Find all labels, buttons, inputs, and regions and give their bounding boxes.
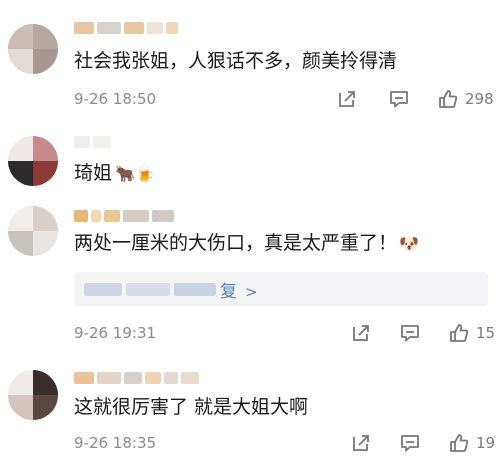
reply-link-text: 复 (220, 282, 237, 302)
thumbs-up-icon (450, 324, 469, 342)
comment-item: 两处一厘米的大伤口，真是太严重了！ 🐶 复 > 9-26 19:31 15 (0, 196, 500, 356)
username-blurred[interactable] (74, 208, 174, 224)
view-replies-link[interactable]: 复 > (220, 277, 258, 302)
blurred-reply-author (174, 283, 216, 296)
username-blurred[interactable] (74, 370, 199, 386)
comment-text: 两处一厘米的大伤口，真是太严重了！ 🐶 (74, 230, 419, 256)
like-count: 19 (476, 434, 496, 452)
thumbs-up-icon (439, 90, 458, 108)
comment-text-body: 琦姐 (74, 162, 113, 184)
comment-text: 琦姐 🐂🍺 (74, 160, 156, 186)
reply-preview[interactable]: 复 > (74, 272, 488, 306)
blurred-reply-author (126, 283, 170, 296)
comment-icon (401, 325, 419, 342)
comment-text: 这就很厉害了 就是大姐大啊 (74, 394, 308, 420)
comment-footer: 9-26 18:35 19 (74, 430, 500, 456)
avatar[interactable] (8, 206, 58, 256)
emoji-sticker: 🐶 (399, 233, 419, 253)
comment-item: 社会我张姐，人狠话不多，颜美拎得清 9-26 18:50 298 (0, 0, 500, 120)
avatar[interactable] (8, 24, 58, 74)
comment-text-body: 这就很厉害了 就是大姐大啊 (74, 396, 309, 418)
like-button[interactable]: 15 (448, 320, 495, 346)
like-count: 298 (465, 90, 494, 108)
like-count: 15 (476, 324, 496, 342)
comment-text-body: 两处一厘米的大伤口，真是太严重了！ (74, 232, 398, 254)
timestamp: 9-26 18:35 (74, 434, 157, 452)
comment-footer: 9-26 18:50 298 (74, 86, 500, 112)
username-blurred[interactable] (74, 20, 178, 36)
share-button[interactable] (350, 430, 372, 456)
username-blurred[interactable] (74, 134, 111, 150)
comment-footer: 9-26 19:31 15 (74, 320, 500, 346)
comment-button[interactable] (399, 430, 421, 456)
share-icon (353, 325, 369, 341)
like-button[interactable]: 298 (437, 86, 494, 112)
like-button[interactable]: 19 (448, 430, 495, 456)
share-icon (353, 435, 369, 451)
comment-text-body: 社会我张姐，人狠话不多，颜美拎得清 (74, 50, 398, 72)
share-icon (339, 91, 355, 107)
comment-item: 琦姐 🐂🍺 (0, 126, 500, 196)
timestamp: 9-26 18:50 (74, 90, 157, 108)
chevron-right-icon: > (245, 283, 258, 301)
share-button[interactable] (350, 320, 372, 346)
avatar[interactable] (8, 136, 58, 186)
comment-icon (401, 435, 419, 452)
share-button[interactable] (336, 86, 358, 112)
comment-button[interactable] (399, 320, 421, 346)
thumbs-up-icon (450, 434, 469, 452)
timestamp: 9-26 19:31 (74, 324, 157, 342)
emoji-sticker: 🐂🍺 (115, 163, 155, 183)
avatar[interactable] (8, 370, 58, 420)
comment-button[interactable] (388, 86, 410, 112)
comment-icon (390, 91, 408, 108)
comment-item: 这就很厉害了 就是大姐大啊 9-26 18:35 19 (0, 362, 500, 457)
blurred-reply-author (84, 283, 122, 296)
comment-text: 社会我张姐，人狠话不多，颜美拎得清 (74, 48, 397, 74)
